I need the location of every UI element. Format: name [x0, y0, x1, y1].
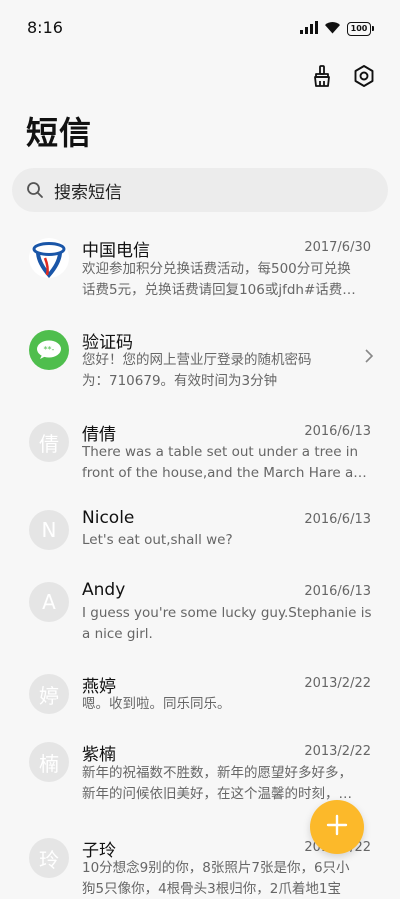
contact-name: Nicole	[82, 508, 134, 528]
clean-button[interactable]	[308, 64, 336, 92]
avatar: 婷	[29, 674, 69, 714]
preview-line: 欢迎参加积分兑换话费活动，每500分可兑换	[82, 259, 372, 280]
message-preview: I guess you're some lucky guy.Stephanie …	[82, 603, 372, 644]
search-icon	[26, 181, 44, 199]
status-icons: 100	[300, 19, 374, 38]
preview-line: 话费5元，兑换话费请回复106或jfdh#话费…	[82, 280, 372, 301]
compose-button[interactable]	[310, 800, 364, 854]
verify-code-icon: **-	[29, 330, 69, 370]
list-item[interactable]: 婷 燕婷 2013/2/22 嗯。收到啦。同乐同乐。	[0, 670, 400, 726]
chevron-right-icon	[364, 348, 374, 367]
preview-line: Let's eat out,shall we?	[82, 530, 372, 551]
message-date: 2013/2/22	[304, 676, 371, 691]
preview-line: 为：710679。有效时间为3分钟	[82, 371, 372, 392]
avatar: N	[29, 510, 69, 550]
signal-icon	[300, 19, 318, 38]
avatar: 楠	[29, 742, 69, 782]
contact-name: Andy	[82, 580, 125, 600]
preview-line: 您好！您的网上营业厅登录的随机密码	[82, 350, 372, 371]
contact-name: 紫楠	[82, 740, 116, 765]
list-item[interactable]: 中国电信 2017/6/30 欢迎参加积分兑换话费活动，每500分可兑换 话费5…	[0, 226, 400, 314]
list-item[interactable]: N Nicole 2016/6/13 Let's eat out,shall w…	[0, 502, 400, 566]
message-preview: 10分想念9别的你，8张照片7张是你，6只小 狗5只像你，4根骨头3根归你，2爪…	[82, 858, 372, 899]
search-placeholder: 搜索短信	[54, 178, 122, 203]
search-input[interactable]: 搜索短信	[12, 168, 388, 212]
preview-line: I guess you're some lucky guy.Stephanie …	[82, 603, 372, 624]
message-date: 2016/6/13	[304, 584, 371, 599]
message-preview: 嗯。收到啦。同乐同乐。	[82, 694, 372, 715]
message-date: 2016/6/13	[304, 512, 371, 527]
preview-line: front of the house,and the March Hare an…	[82, 463, 372, 484]
preview-line: 新年的祝福数不胜数，新年的愿望好多好多，	[82, 763, 372, 784]
battery-tip	[372, 26, 374, 31]
broom-icon	[310, 64, 334, 92]
svg-text:**-: **-	[44, 345, 55, 354]
list-item[interactable]: 倩 倩倩 2016/6/13 There was a table set out…	[0, 410, 400, 498]
list-item[interactable]: A Andy 2016/6/13 I guess you're some luc…	[0, 576, 400, 656]
status-time: 8:16	[27, 18, 63, 37]
avatar: 玲	[29, 838, 69, 878]
message-preview: 欢迎参加积分兑换话费活动，每500分可兑换 话费5元，兑换话费请回复106或jf…	[82, 259, 372, 300]
message-preview: 您好！您的网上营业厅登录的随机密码 为：710679。有效时间为3分钟	[82, 350, 372, 391]
avatar: 倩	[29, 422, 69, 462]
avatar: A	[29, 582, 69, 622]
message-date: 2016/6/13	[304, 424, 371, 439]
preview-line: There was a table set out under a tree i…	[82, 442, 372, 463]
preview-line: 嗯。收到啦。同乐同乐。	[82, 694, 372, 715]
settings-icon	[352, 64, 376, 92]
message-date: 2013/2/22	[304, 744, 371, 759]
message-preview: 新年的祝福数不胜数，新年的愿望好多好多， 新年的问候依旧美好，在这个温馨的时刻，…	[82, 763, 372, 804]
page-title: 短信	[26, 108, 92, 154]
settings-button[interactable]	[350, 64, 378, 92]
top-actions	[308, 64, 378, 92]
message-preview: There was a table set out under a tree i…	[82, 442, 372, 483]
contact-name: 中国电信	[82, 236, 150, 261]
preview-line: 10分想念9别的你，8张照片7张是你，6只小	[82, 858, 372, 879]
plus-icon	[326, 814, 348, 840]
china-telecom-logo-icon	[29, 238, 69, 278]
wifi-icon	[324, 19, 341, 38]
list-item[interactable]: **- 验证码 您好！您的网上营业厅登录的随机密码 为：710679。有效时间为…	[0, 318, 400, 404]
preview-line: a nice girl.	[82, 624, 372, 645]
message-date: 2017/6/30	[304, 240, 371, 255]
message-preview: Let's eat out,shall we?	[82, 530, 372, 551]
battery-icon: 100	[347, 22, 371, 36]
status-bar: 8:16 100	[0, 0, 400, 56]
